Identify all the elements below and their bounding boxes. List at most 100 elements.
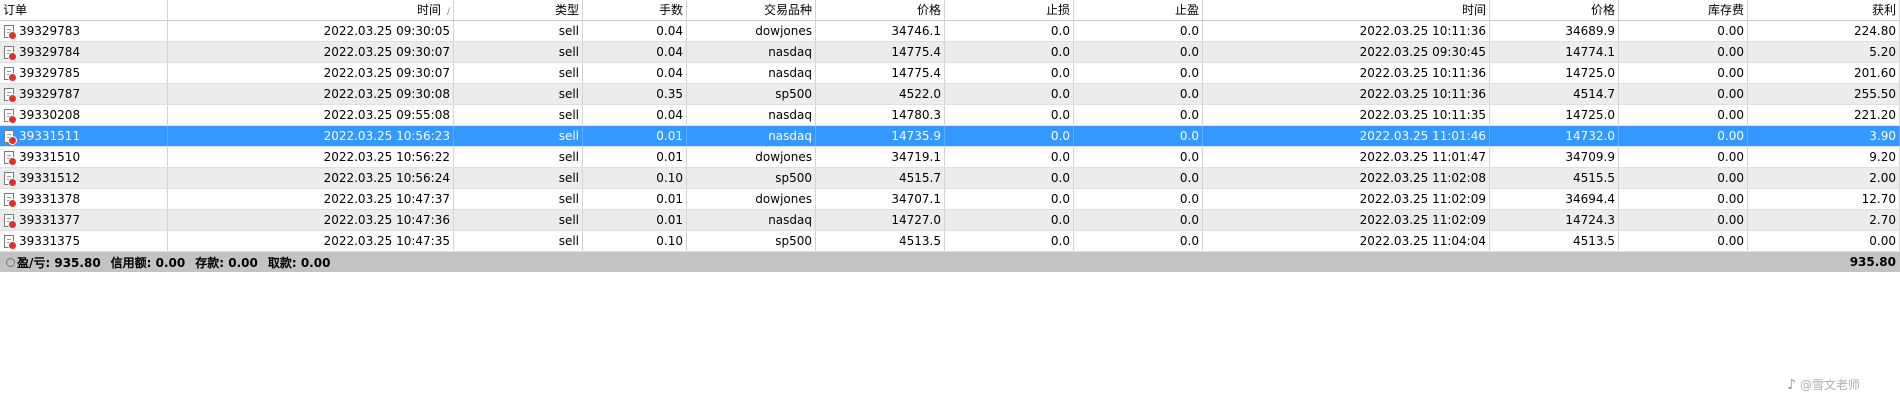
- cell-text: 0.01: [656, 192, 683, 206]
- column-header-volume[interactable]: 手数: [583, 0, 687, 20]
- column-header-open-price[interactable]: 价格: [816, 0, 945, 20]
- cell-text: 0.0: [1179, 87, 1199, 101]
- column-header-label: 库存费: [1707, 3, 1744, 17]
- cell-text: 2022.03.25 11:01:46: [1359, 129, 1486, 143]
- table-row[interactable]: 39331375 2022.03.25 10:47:35 sell 0.10 sp500…: [0, 231, 1900, 252]
- cell-stop-loss: 0.0: [945, 147, 1074, 167]
- column-header-order[interactable]: 订单: [0, 0, 168, 20]
- cell-open-time: 2022.03.25 09:30:08: [168, 84, 454, 104]
- cell-close-price: 14725.0: [1490, 63, 1619, 83]
- cell-open-time: 2022.03.25 09:55:08: [168, 105, 454, 125]
- cell-text: 0.00: [1717, 234, 1744, 248]
- collapse-circle-icon[interactable]: [6, 257, 15, 267]
- cell-close-price: 14725.0: [1490, 105, 1619, 125]
- cell-profit: 2.70: [1748, 210, 1900, 230]
- table-row[interactable]: 39330208 2022.03.25 09:55:08 sell 0.04 nasda…: [0, 105, 1900, 126]
- cell-text: 255.50: [1854, 87, 1896, 101]
- table-row[interactable]: 39329783 2022.03.25 09:30:05 sell 0.04 dowjo…: [0, 21, 1900, 42]
- cell-close-price: 4515.5: [1490, 168, 1619, 188]
- cell-type: sell: [454, 84, 583, 104]
- cell-text: 34689.9: [1565, 24, 1615, 38]
- column-header-profit[interactable]: 获利: [1748, 0, 1900, 20]
- cell-order: 39329784: [0, 42, 168, 62]
- cell-volume: 0.01: [583, 210, 687, 230]
- cell-stop-loss: 0.0: [945, 63, 1074, 83]
- column-header-close-price[interactable]: 价格: [1490, 0, 1619, 20]
- cell-close-time: 2022.03.25 10:11:36: [1203, 84, 1490, 104]
- cell-text: 34709.9: [1565, 150, 1615, 164]
- column-header-label: 手数: [658, 3, 683, 17]
- column-header-type[interactable]: 类型: [454, 0, 583, 20]
- cell-text: 39329784: [19, 45, 81, 59]
- column-header-close-time[interactable]: 时间: [1203, 0, 1490, 20]
- cell-text: 14725.0: [1565, 108, 1615, 122]
- table-row[interactable]: 39331378 2022.03.25 10:47:37 sell 0.01 dowjo…: [0, 189, 1900, 210]
- column-header-stop-loss[interactable]: 止损: [945, 0, 1074, 20]
- cell-text: 4515.7: [899, 171, 941, 185]
- cell-text: 0.00: [1869, 234, 1896, 248]
- cell-text: 224.80: [1854, 24, 1896, 38]
- table-row[interactable]: 39329784 2022.03.25 09:30:07 sell 0.04 nasda…: [0, 42, 1900, 63]
- table-row[interactable]: 39329787 2022.03.25 09:30:08 sell 0.35 sp500…: [0, 84, 1900, 105]
- cell-take-profit: 0.0: [1074, 168, 1203, 188]
- column-header-symbol[interactable]: 交易品种: [687, 0, 816, 20]
- table-row[interactable]: 39331511 2022.03.25 10:56:23 sell 0.01 nasda…: [0, 126, 1900, 147]
- cell-volume: 0.04: [583, 63, 687, 83]
- column-header-label: 时间: [416, 3, 441, 17]
- cell-profit: 255.50: [1748, 84, 1900, 104]
- cell-text: 0.0: [1179, 66, 1199, 80]
- cell-profit: 201.60: [1748, 63, 1900, 83]
- column-header-swap[interactable]: 库存费: [1619, 0, 1748, 20]
- cell-type: sell: [454, 21, 583, 41]
- cell-text: 14775.4: [891, 45, 941, 59]
- cell-order: 39329783: [0, 21, 168, 41]
- cell-text: 0.0: [1179, 129, 1199, 143]
- column-header-take-profit[interactable]: 止盈: [1074, 0, 1203, 20]
- cell-text: sell: [558, 129, 579, 143]
- cell-take-profit: 0.0: [1074, 63, 1203, 83]
- cell-volume: 0.01: [583, 189, 687, 209]
- summary-total: 935.80: [1849, 255, 1896, 269]
- cell-text: 0.00: [1717, 24, 1744, 38]
- cell-symbol: sp500: [687, 84, 816, 104]
- cell-close-time: 2022.03.25 11:04:04: [1203, 231, 1490, 251]
- cell-text: 0.01: [656, 129, 683, 143]
- cell-swap: 0.00: [1619, 168, 1748, 188]
- cell-open-time: 2022.03.25 10:47:37: [168, 189, 454, 209]
- cell-text: 0.0: [1179, 234, 1199, 248]
- cell-text: 2022.03.25 11:02:08: [1359, 171, 1486, 185]
- cell-text: 0.00: [1717, 192, 1744, 206]
- cell-swap: 0.00: [1619, 21, 1748, 41]
- cell-close-price: 34709.9: [1490, 147, 1619, 167]
- cell-volume: 0.04: [583, 42, 687, 62]
- cell-text: 0.00: [1717, 171, 1744, 185]
- cell-text: 39329785: [19, 66, 81, 80]
- cell-text: 0.0: [1050, 24, 1070, 38]
- cell-profit: 221.20: [1748, 105, 1900, 125]
- table-row[interactable]: 39331377 2022.03.25 10:47:36 sell 0.01 nasda…: [0, 210, 1900, 231]
- cell-text: 0.0: [1179, 171, 1199, 185]
- table-row[interactable]: 39331512 2022.03.25 10:56:24 sell 0.10 sp500…: [0, 168, 1900, 189]
- cell-swap: 0.00: [1619, 42, 1748, 62]
- cell-text: 0.00: [1717, 150, 1744, 164]
- cell-open-price: 4515.7: [816, 168, 945, 188]
- cell-text: 0.00: [1717, 87, 1744, 101]
- cell-open-time: 2022.03.25 10:47:35: [168, 231, 454, 251]
- cell-stop-loss: 0.0: [945, 84, 1074, 104]
- table-row[interactable]: 39329785 2022.03.25 09:30:07 sell 0.04 nasda…: [0, 63, 1900, 84]
- column-header-label: 类型: [554, 3, 579, 17]
- column-header-open-time[interactable]: 时间 /: [168, 0, 454, 20]
- cell-text: sell: [558, 192, 579, 206]
- cell-text: 39330208: [19, 108, 81, 122]
- cell-text: 39331375: [19, 234, 81, 248]
- cell-text: 0.00: [1717, 45, 1744, 59]
- cell-text: 2022.03.25 09:30:08: [323, 87, 450, 101]
- cell-profit: 2.00: [1748, 168, 1900, 188]
- table-row[interactable]: 39331510 2022.03.25 10:56:22 sell 0.01 dowjo…: [0, 147, 1900, 168]
- column-header-label: 时间: [1461, 3, 1486, 17]
- cell-take-profit: 0.0: [1074, 105, 1203, 125]
- cell-open-time: 2022.03.25 10:56:22: [168, 147, 454, 167]
- summary-pnl: 盈/亏: 935.80: [17, 255, 101, 270]
- cell-take-profit: 0.0: [1074, 84, 1203, 104]
- cell-text: 14780.3: [891, 108, 941, 122]
